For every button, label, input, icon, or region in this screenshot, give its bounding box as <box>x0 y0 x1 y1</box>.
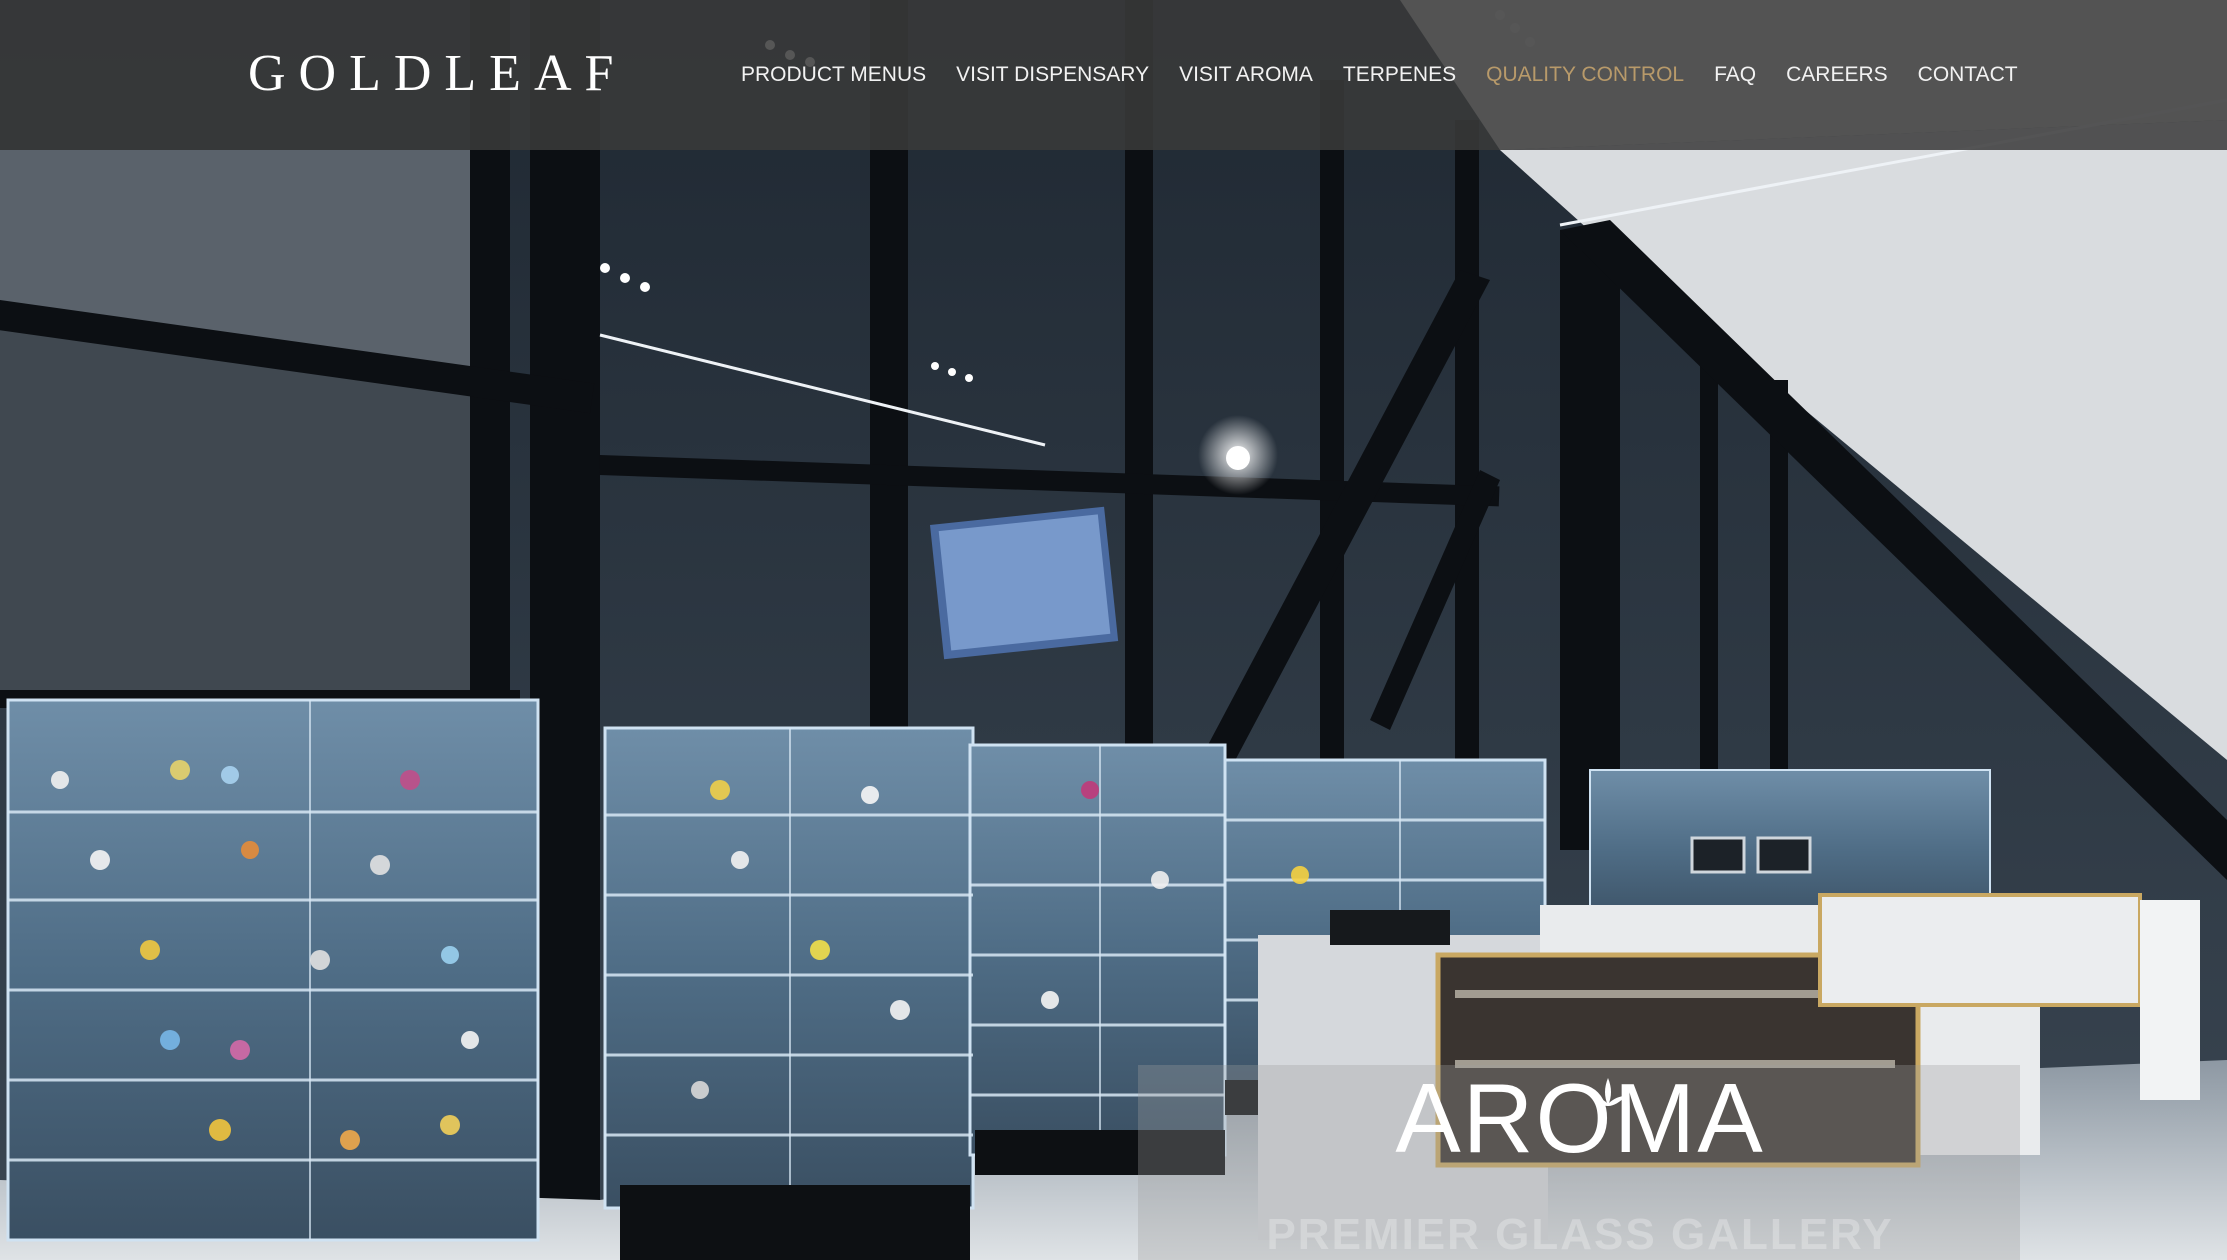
aroma-logo: AROMA <box>1395 1063 1765 1173</box>
nav-quality-control[interactable]: QUALITY CONTROL <box>1486 58 1684 92</box>
nav-contact[interactable]: CONTACT <box>1918 58 2018 92</box>
nav-terpenes[interactable]: TERPENES <box>1343 58 1456 92</box>
nav-visit-aroma[interactable]: VISIT AROMA <box>1179 58 1313 92</box>
goldleaf-logo[interactable]: GOLDLEAF <box>248 43 626 105</box>
nav-careers[interactable]: CAREERS <box>1786 58 1888 92</box>
nav-product-menus[interactable]: PRODUCT MENUS <box>741 58 926 92</box>
leaf-icon <box>1590 1078 1626 1106</box>
nav-visit-dispensary[interactable]: VISIT DISPENSARY <box>956 58 1149 92</box>
site-header: GOLDLEAF PRODUCT MENUS VISIT DISPENSARY … <box>0 0 2227 150</box>
main-nav: PRODUCT MENUS VISIT DISPENSARY VISIT ARO… <box>741 58 2048 92</box>
aroma-tagline: PREMIER GLASS GALLERY <box>1266 1210 1894 1259</box>
nav-faq[interactable]: FAQ <box>1714 58 1756 92</box>
